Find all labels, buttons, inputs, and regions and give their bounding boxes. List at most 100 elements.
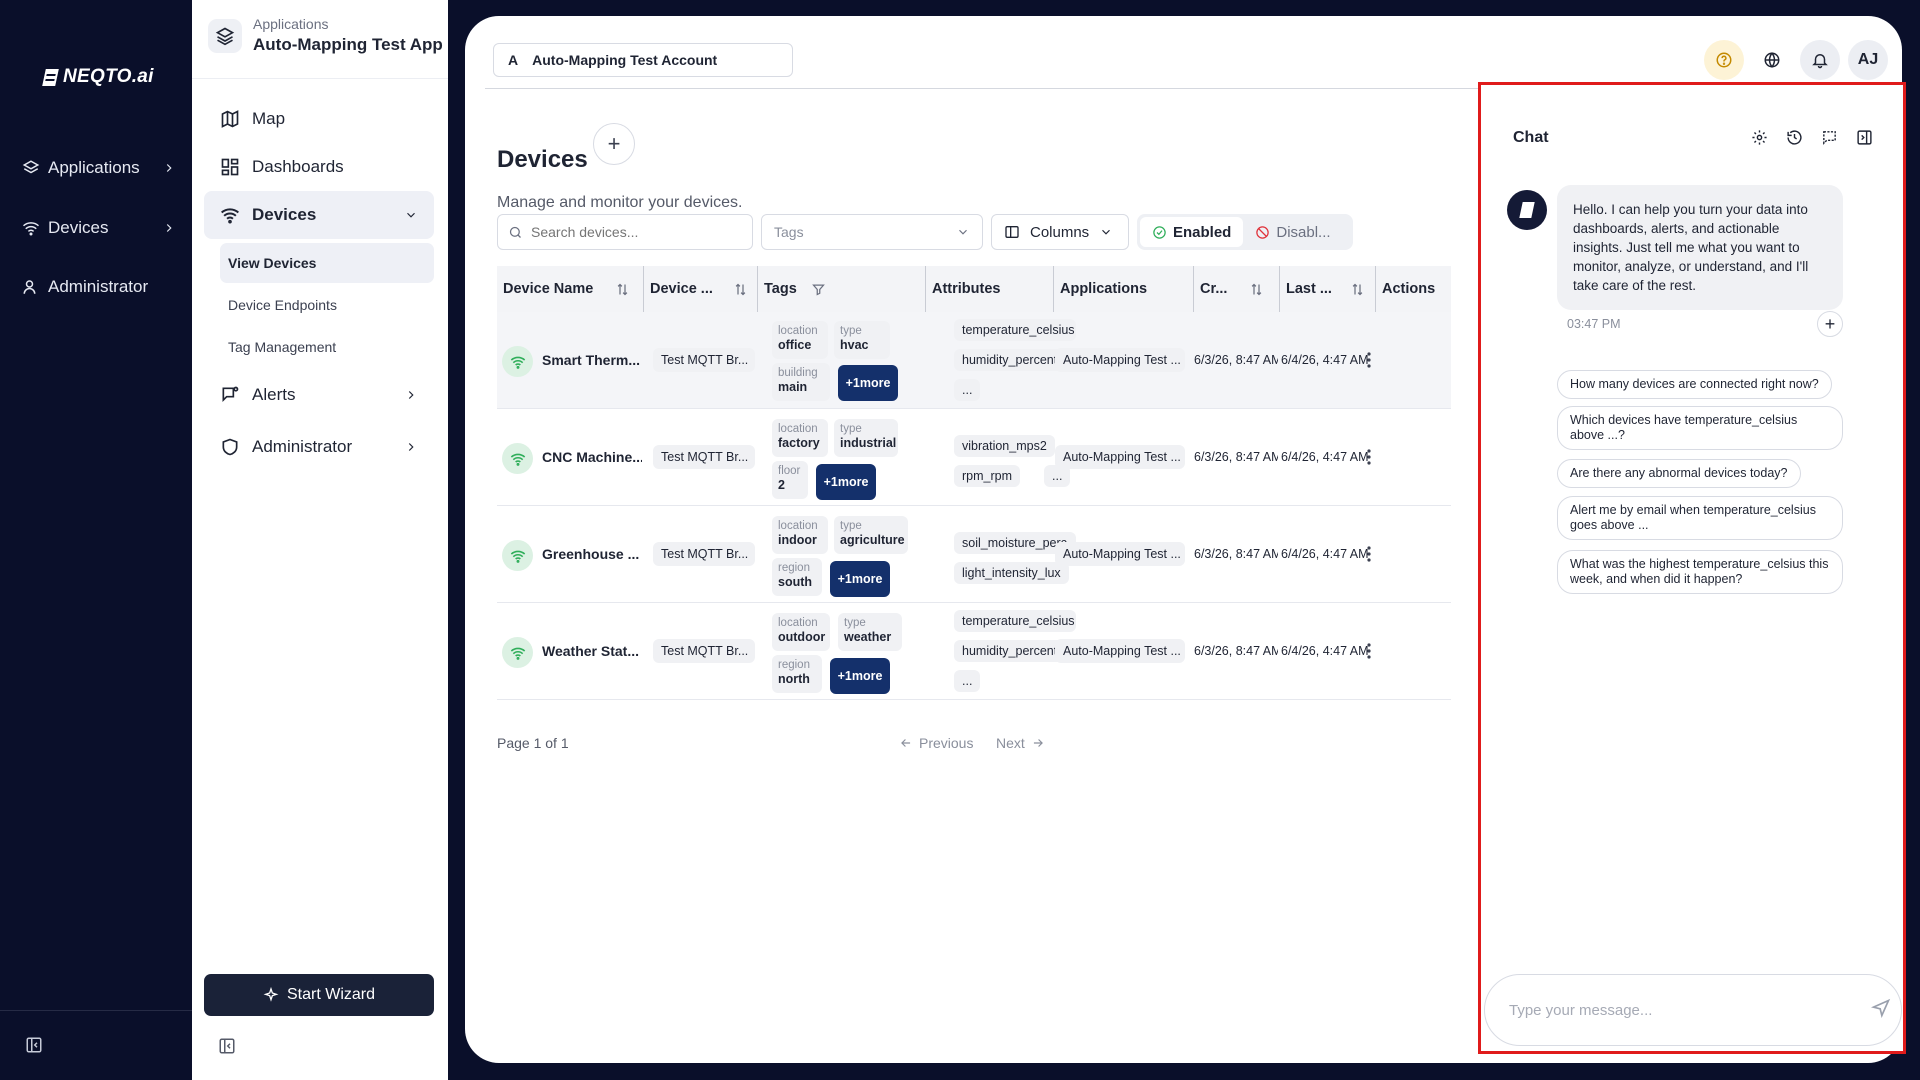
tag-value: south [778, 575, 813, 589]
next-label: Next [996, 735, 1025, 751]
wifi-icon [23, 222, 39, 236]
tag-key: building [778, 367, 818, 379]
sidebar-subitem-view-devices[interactable]: View Devices [220, 243, 434, 283]
enabled-tab[interactable]: Enabled [1140, 217, 1244, 247]
tag-value: north [778, 672, 810, 686]
tags-filter-select[interactable]: Tags [761, 214, 983, 250]
chat-new-icon[interactable] [1821, 129, 1838, 146]
add-device-button[interactable]: + [593, 123, 635, 165]
device-name[interactable]: Smart Therm... [542, 352, 642, 368]
col-label: Attributes [932, 281, 1001, 297]
assistant-logo-icon [1519, 202, 1535, 218]
sort-icon[interactable] [1350, 282, 1365, 297]
application-pill: Auto-Mapping Test ... [1055, 445, 1185, 469]
sidebar-item-dashboards[interactable]: Dashboards [204, 143, 434, 191]
check-circle-icon [1153, 225, 1166, 239]
sidebar-item-label: Alerts [252, 385, 296, 404]
sidebar-item-map[interactable]: Map [204, 95, 434, 143]
sort-icon[interactable] [1249, 282, 1264, 297]
chevron-right-icon [408, 443, 414, 451]
created-date: 6/3/26, 8:47 AM [1194, 547, 1278, 561]
message-add-button[interactable]: + [1817, 311, 1843, 337]
sidebar-item-alerts[interactable]: Alerts [204, 371, 434, 419]
next-page-button[interactable]: Next [996, 735, 1045, 751]
tag-key: location [778, 325, 818, 337]
rail-collapse-button[interactable] [25, 1036, 43, 1054]
language-button[interactable] [1752, 40, 1792, 80]
sidebar-item-administrator[interactable]: Administrator [204, 423, 434, 471]
history-icon[interactable] [1786, 129, 1803, 146]
settings-icon[interactable] [1751, 129, 1768, 146]
filter-icon[interactable] [811, 282, 826, 297]
row-actions-button[interactable] [1359, 639, 1379, 663]
attribute-more-chip[interactable]: ... [954, 379, 981, 401]
col-label: Tags [764, 281, 797, 297]
app-switcher[interactable]: Applications Auto-Mapping Test App [208, 16, 443, 55]
sort-icon[interactable] [615, 282, 630, 297]
sidebar-subitem-device-endpoints[interactable]: Device Endpoints [220, 285, 434, 325]
col-attributes[interactable]: Attributes [925, 266, 1000, 312]
more-tags-button[interactable]: +1more [830, 658, 890, 694]
col-last-seen[interactable]: Last ... [1279, 266, 1365, 312]
table-row[interactable]: Smart Therm... Test MQTT Br... location o… [497, 312, 1451, 409]
device-search [497, 214, 753, 250]
notifications-button[interactable] [1800, 40, 1840, 80]
user-avatar[interactable]: AJ [1848, 40, 1888, 80]
col-device-name[interactable]: Device Name [497, 266, 630, 312]
col-applications[interactable]: Applications [1053, 266, 1147, 312]
sidebar-subitem-tag-management[interactable]: Tag Management [220, 327, 434, 367]
disabled-tab[interactable]: Disabl... [1243, 224, 1342, 241]
application-pill: Auto-Mapping Test ... [1055, 639, 1185, 663]
device-name[interactable]: CNC Machine... [542, 449, 642, 465]
start-wizard-button[interactable]: Start Wizard [204, 974, 434, 1016]
rail-item-devices[interactable]: Devices [22, 218, 172, 238]
rail-item-administrator[interactable]: Administrator [22, 277, 172, 297]
sort-icon[interactable] [733, 282, 748, 297]
chat-title: Chat [1513, 129, 1549, 146]
suggestion-chip[interactable]: How many devices are connected right now… [1557, 370, 1832, 399]
suggestion-chip[interactable]: Which devices have temperature_celsius a… [1557, 406, 1843, 450]
col-label: Applications [1060, 281, 1148, 297]
panel-icon[interactable] [1856, 129, 1873, 146]
row-actions-button[interactable] [1359, 348, 1379, 372]
previous-page-button[interactable]: Previous [899, 735, 973, 751]
row-actions-button[interactable] [1359, 445, 1379, 469]
col-created[interactable]: Cr... [1193, 266, 1264, 312]
col-label: Device ... [650, 281, 713, 297]
primary-rail: NEQTO.ai Applications Devices Administra… [0, 0, 192, 1080]
attribute-chip: humidity_percent [954, 349, 1066, 371]
col-tags[interactable]: Tags [757, 266, 826, 312]
columns-button[interactable]: Columns [991, 214, 1129, 250]
device-name[interactable]: Weather Stat... [542, 643, 642, 659]
suggestion-chip[interactable]: Are there any abnormal devices today? [1557, 459, 1801, 488]
more-tags-button[interactable]: +1more [838, 365, 898, 401]
logo-text: NEQTO.ai [63, 66, 154, 87]
sidebar-collapse-button[interactable] [218, 1037, 236, 1055]
help-button[interactable] [1704, 40, 1744, 80]
endpoint-pill: Test MQTT Br... [653, 639, 755, 663]
sidebar-item-label: Devices [252, 205, 317, 224]
table-row[interactable]: Greenhouse ... Test MQTT Br... location i… [497, 506, 1451, 603]
created-date: 6/3/26, 8:47 AM [1194, 450, 1278, 464]
attribute-more-chip[interactable]: ... [954, 670, 981, 692]
account-selector[interactable]: A Auto-Mapping Test Account [493, 43, 793, 77]
table-row[interactable]: Weather Stat... Test MQTT Br... location… [497, 603, 1451, 700]
suggestion-chip[interactable]: What was the highest temperature_celsius… [1557, 550, 1843, 594]
table-row[interactable]: CNC Machine... Test MQTT Br... location f… [497, 409, 1451, 506]
search-input[interactable] [531, 224, 731, 240]
endpoint-pill: Test MQTT Br... [653, 542, 755, 566]
app-name: Auto-Mapping Test App [253, 35, 443, 54]
tag-value: indoor [778, 533, 817, 547]
more-tags-button[interactable]: +1more [830, 561, 890, 597]
more-tags-button[interactable]: +1more [816, 464, 876, 500]
chat-message-input[interactable] [1509, 1001, 1839, 1019]
search-icon [509, 226, 521, 238]
device-name[interactable]: Greenhouse ... [542, 546, 642, 562]
neqto-logo[interactable]: NEQTO.ai [42, 66, 154, 88]
rail-item-applications[interactable]: Applications [22, 158, 172, 178]
sidebar-item-devices[interactable]: Devices [204, 191, 434, 239]
col-device-endpoint[interactable]: Device ... [643, 266, 748, 312]
send-button[interactable] [1871, 998, 1891, 1018]
suggestion-chip[interactable]: Alert me by email when temperature_celsi… [1557, 496, 1843, 540]
row-actions-button[interactable] [1359, 542, 1379, 566]
